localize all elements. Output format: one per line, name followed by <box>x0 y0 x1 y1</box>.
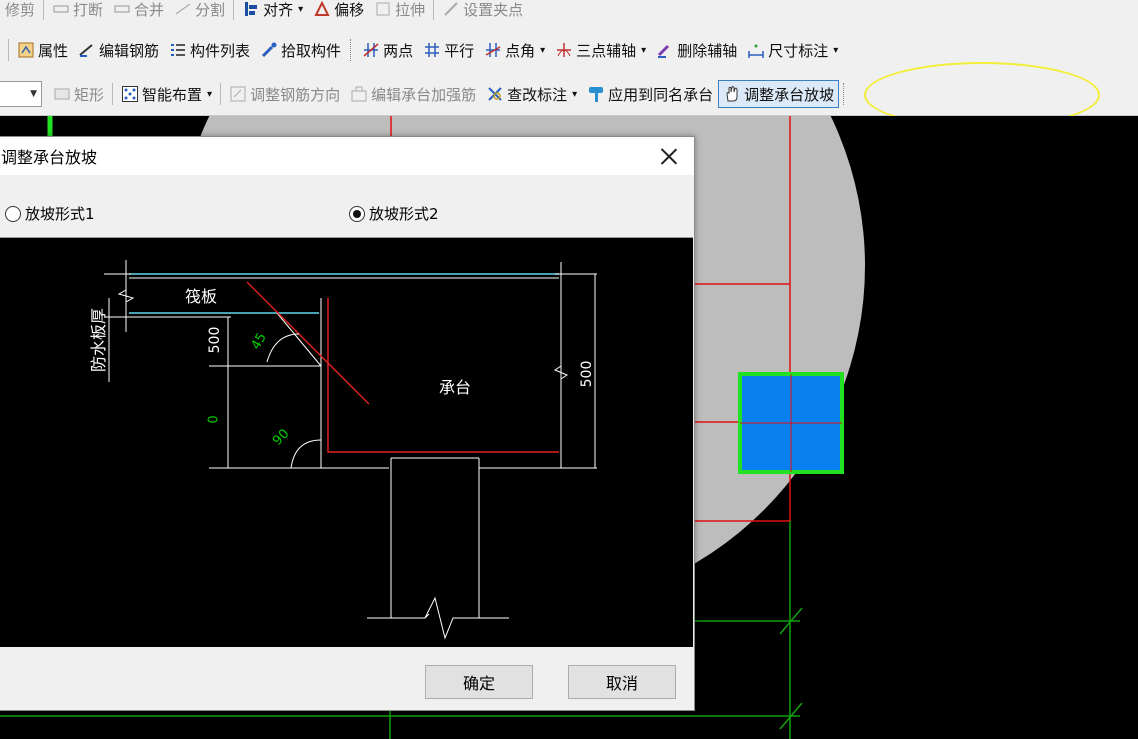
dim-0-left: 0 <box>206 415 222 424</box>
split-icon <box>174 0 192 18</box>
dialog-title: 调整承台放坡 <box>1 148 98 167</box>
draw-mode-dropdown[interactable]: ▼ <box>0 81 42 107</box>
separator <box>233 0 235 20</box>
pick-component-button[interactable]: 拾取构件 <box>255 36 346 64</box>
edit-cap-reinforcement-button[interactable]: 编辑承台加强筋 <box>345 80 481 108</box>
parallel-axis-icon <box>423 41 441 59</box>
waterproof-thickness-label: 防水板厚 <box>89 308 108 373</box>
properties-button[interactable]: 属性 <box>12 36 73 64</box>
point-angle-icon <box>484 41 502 59</box>
dim-500-right: 500 <box>579 360 595 388</box>
component-list-button[interactable]: 构件列表 <box>164 36 255 64</box>
edit-rebar-button[interactable]: 编辑钢筋 <box>73 36 164 64</box>
align-icon <box>242 0 260 18</box>
break-button[interactable]: 打断 <box>47 0 108 23</box>
pile-outline <box>390 457 480 618</box>
angle-arc-45 <box>266 333 300 363</box>
dialog-titlebar[interactable]: 调整承台放坡 <box>0 137 694 175</box>
chevron-down-icon: ▼ <box>30 89 37 99</box>
rectangle-button[interactable]: 矩形 <box>48 80 109 108</box>
list-icon <box>169 41 187 59</box>
annotation-icon <box>486 85 504 103</box>
radio-unchecked-icon <box>5 205 21 222</box>
adjust-cap-slope-dialog: 调整承台放坡 放坡形式1 放坡形式2 筏板 承台 防水板厚 500 0 500 … <box>0 136 695 711</box>
radio-checked-icon <box>349 205 365 222</box>
radio-label: 放坡形式2 <box>369 205 439 223</box>
toolbar-grip <box>843 83 846 105</box>
set-grip-button[interactable]: 设置夹点 <box>437 0 528 23</box>
pile-break <box>367 596 509 640</box>
pencil-icon <box>78 41 96 59</box>
toolbar-row-cap: ▼ 矩形 智能布置 ▾ 调整钢筋方向 编辑承台加强筋 查改标注 ▾ 应用到同名承台 … <box>0 76 850 112</box>
toolbar-grip <box>350 39 353 61</box>
adjust-cap-slope-button[interactable]: 调整承台放坡 <box>718 80 840 108</box>
hand-icon <box>723 85 741 103</box>
toolbar-row-edit: 修剪 打断 合并 分割 对齐 ▾ 偏移 拉伸 设置夹点 <box>0 0 528 27</box>
eraser-icon <box>656 41 674 59</box>
smart-layout-icon <box>121 85 139 103</box>
slope-type-2-radio[interactable]: 放坡形式2 <box>349 203 439 224</box>
cancel-button[interactable]: 取消 <box>568 665 676 699</box>
cap-label: 承台 <box>439 378 472 397</box>
stretch-button[interactable]: 拉伸 <box>369 0 430 23</box>
radio-label: 放坡形式1 <box>25 205 95 223</box>
rectangle-icon <box>53 85 71 103</box>
slope-preview-diagram: 筏板 承台 防水板厚 500 0 500 45 90 <box>0 237 693 647</box>
adjust-rebar-direction-button[interactable]: 调整钢筋方向 <box>224 80 345 108</box>
apply-same-name-cap-button[interactable]: 应用到同名承台 <box>582 80 718 108</box>
break-icon <box>52 0 70 18</box>
stretch-icon <box>374 0 392 18</box>
align-button[interactable]: 对齐 ▾ <box>237 0 308 23</box>
trim-button[interactable]: 修剪 <box>0 0 40 23</box>
toolbar-area: 修剪 打断 合并 分割 对齐 ▾ 偏移 拉伸 设置夹点 属性 编辑钢筋 构件列表… <box>0 0 1138 128</box>
dimension-icon <box>747 41 765 59</box>
merge-icon <box>113 0 131 18</box>
slope-diagram-svg <box>104 260 597 640</box>
angle-arc-90 <box>290 439 322 469</box>
eyedropper-icon <box>260 41 278 59</box>
offset-icon <box>313 0 331 18</box>
parallel-axis-button[interactable]: 平行 <box>418 36 479 64</box>
separator <box>220 83 222 105</box>
edit-annotation-button[interactable]: 查改标注 ▾ <box>481 80 582 108</box>
close-icon[interactable] <box>658 145 680 167</box>
point-angle-axis-button[interactable]: 点角 ▾ <box>479 36 550 64</box>
cap-reinforcement-icon <box>350 85 368 103</box>
split-button[interactable]: 分割 <box>169 0 230 23</box>
separator <box>43 0 45 20</box>
cap-slope-face <box>276 312 322 367</box>
separator <box>8 39 9 61</box>
raft-label: 筏板 <box>185 287 218 306</box>
offset-button[interactable]: 偏移 <box>308 0 369 23</box>
rebar-direction-icon <box>229 85 247 103</box>
three-point-axis-icon <box>555 41 573 59</box>
three-point-axis-button[interactable]: 三点辅轴 ▾ <box>550 36 651 64</box>
dimension-button[interactable]: 尺寸标注 ▾ <box>742 36 843 64</box>
toolbar-row-component: 属性 编辑钢筋 构件列表 拾取构件 两点 平行 点角▾ 三点辅轴▾ 删除辅轴 <box>0 32 843 68</box>
separator <box>112 83 114 105</box>
dim-500-left: 500 <box>207 326 223 354</box>
properties-icon <box>17 41 35 59</box>
slope-type-1-radio[interactable]: 放坡形式1 <box>5 203 95 224</box>
grip-icon <box>442 0 460 18</box>
slope-type-radio-group: 放坡形式1 放坡形式2 <box>0 195 694 229</box>
ok-button[interactable]: 确定 <box>425 665 533 699</box>
two-point-axis-button[interactable]: 两点 <box>357 36 418 64</box>
delete-axis-button[interactable]: 删除辅轴 <box>651 36 742 64</box>
brush-icon <box>587 85 605 103</box>
merge-button[interactable]: 合并 <box>108 0 169 23</box>
smart-layout-button[interactable]: 智能布置 ▾ <box>116 80 217 108</box>
separator <box>433 0 435 20</box>
two-point-axis-icon <box>362 41 380 59</box>
